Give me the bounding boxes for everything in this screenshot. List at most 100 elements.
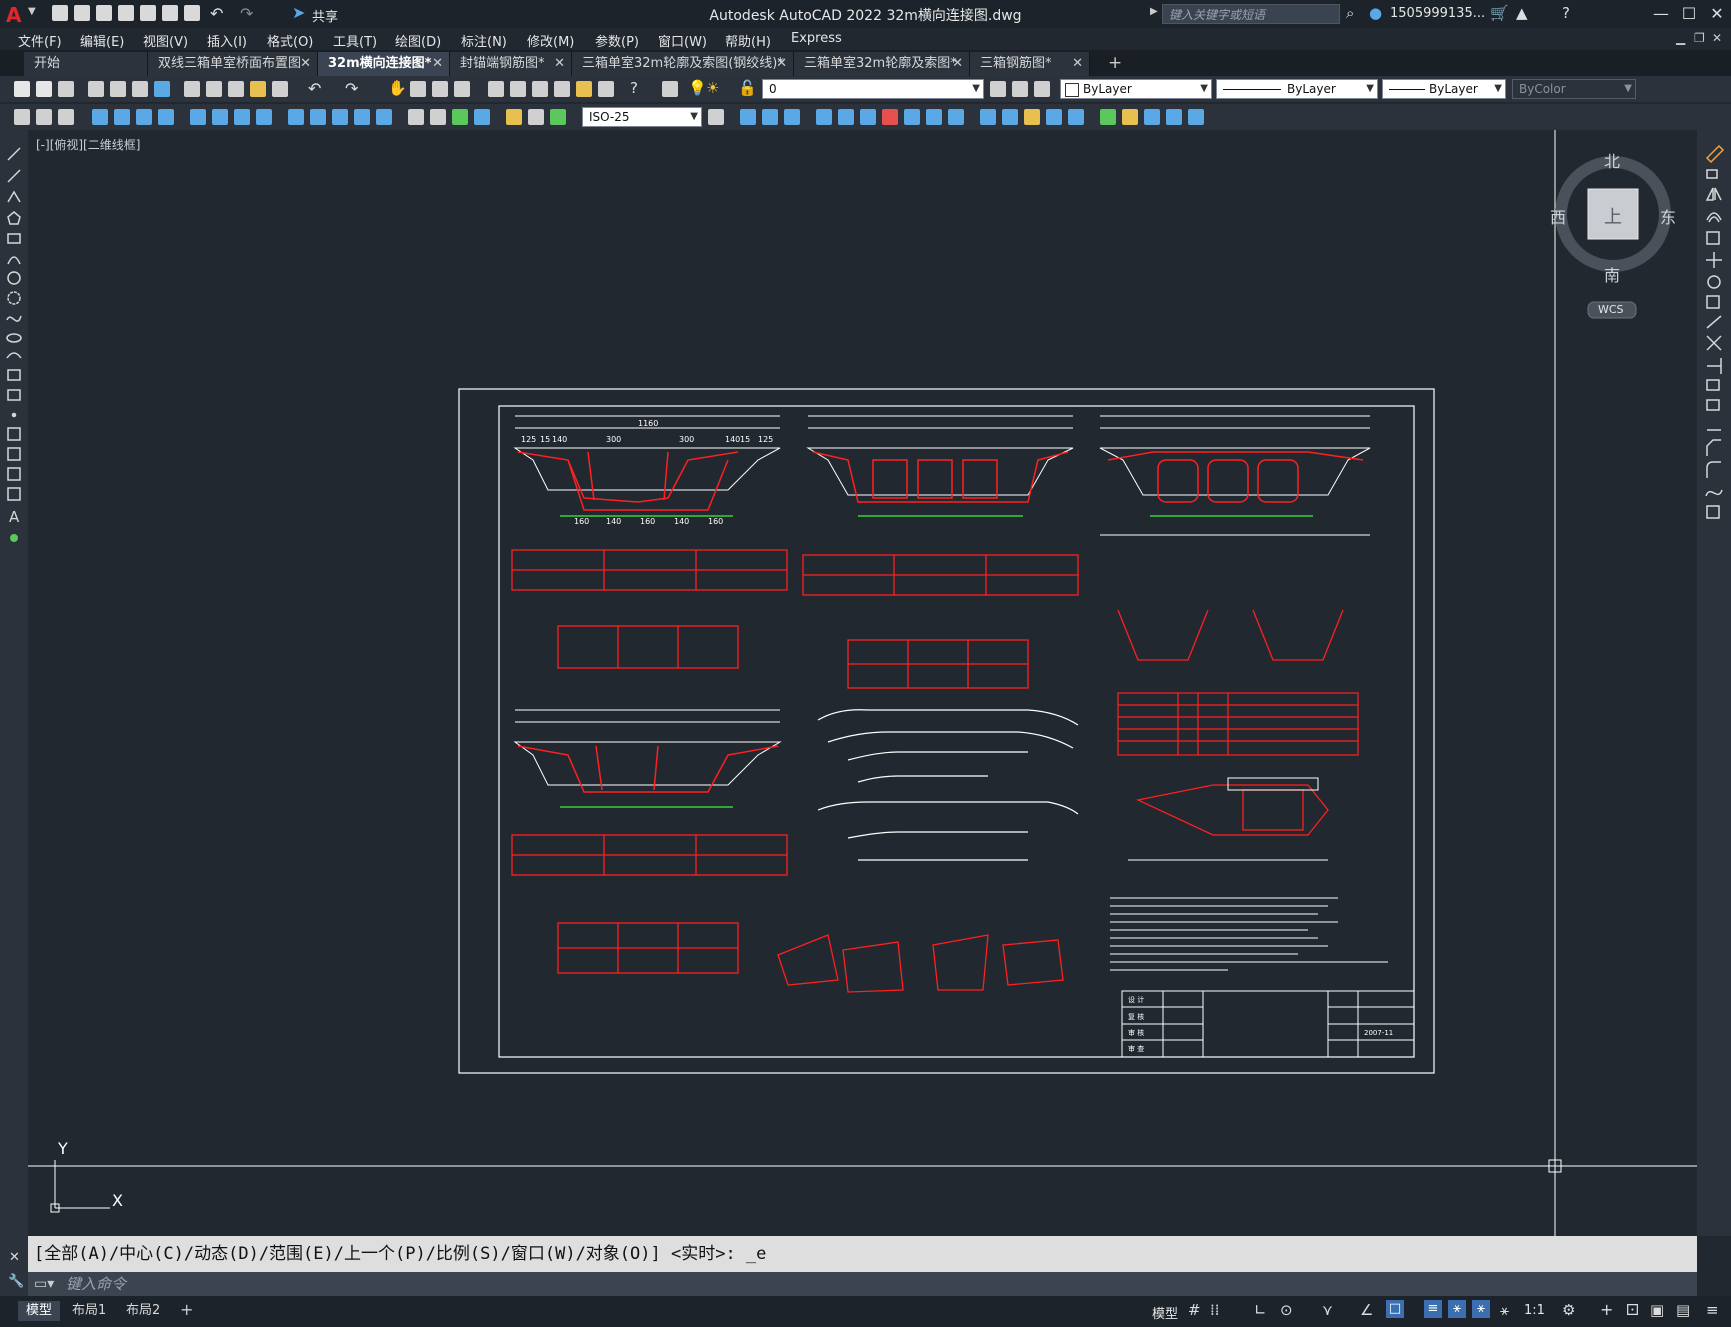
customize-wrench-icon[interactable]: 🔧 (8, 1274, 24, 1289)
pan-icon[interactable]: ✋ (388, 79, 407, 97)
continue-dim-icon[interactable] (332, 109, 348, 125)
linetype-select[interactable]: ByLayer ▼ (1216, 79, 1378, 99)
tab-close-icon[interactable]: ✕ (776, 52, 787, 76)
viewcube[interactable]: 北 南 东 西 上 WCS (1550, 148, 1676, 328)
aligned-dim-icon[interactable] (114, 109, 130, 125)
tab-profile[interactable]: 三箱单室32m轮廓及索图* ✕ (794, 52, 970, 76)
menu-dimension[interactable]: 标注(N) (461, 31, 507, 50)
share-icon[interactable]: ➤ (292, 3, 305, 22)
tab-close-icon[interactable]: ✕ (952, 52, 963, 76)
hatch-icon[interactable] (58, 109, 74, 125)
customization-menu-icon[interactable]: ≡ (1706, 1301, 1719, 1319)
lineweight-select[interactable]: ByLayer ▼ (1382, 79, 1506, 99)
ucs-object-icon[interactable] (904, 109, 920, 125)
plotstyle-select[interactable]: ByColor ▼ (1512, 79, 1636, 99)
undo-icon[interactable]: ↶ (210, 4, 223, 23)
chevron-right-icon[interactable]: ▶ (1150, 6, 1158, 17)
open-icon[interactable] (36, 81, 52, 97)
doc-minimize-button[interactable]: ▁ (1676, 31, 1685, 45)
save-icon[interactable] (58, 81, 74, 97)
plot-icon[interactable] (184, 5, 200, 21)
model-space-toggle[interactable]: 模型 (1152, 1303, 1178, 1322)
annotation-visibility-icon[interactable]: ⚹ (1448, 1300, 1466, 1318)
cart-icon[interactable]: 🛒 (1490, 4, 1509, 22)
color-select[interactable]: ByLayer ▼ (1060, 79, 1212, 99)
tab-profile-strand[interactable]: 三箱单室32m轮廓及索图(钢绞线)* ✕ (572, 52, 794, 76)
redo-icon[interactable]: ↷ (345, 79, 358, 98)
save-icon[interactable] (96, 5, 112, 21)
viewport-icon[interactable] (1144, 109, 1160, 125)
3d-box-icon[interactable] (740, 109, 756, 125)
ucs-x-icon[interactable] (1024, 109, 1040, 125)
maximize-button[interactable]: ☐ (1678, 3, 1700, 25)
units-icon[interactable]: ⚀ (1626, 1301, 1639, 1319)
ucs-world-icon[interactable] (838, 109, 854, 125)
dim-update-icon[interactable] (550, 109, 566, 125)
cut-icon[interactable] (184, 81, 200, 97)
snap-icon[interactable]: ⁞⁞ (1210, 1301, 1220, 1319)
ucs-icon[interactable] (816, 109, 832, 125)
ucs-3point-icon[interactable] (1002, 109, 1018, 125)
3d-cylinder-icon[interactable] (762, 109, 778, 125)
tab-box-rebar[interactable]: 三箱钢筋图* ✕ (970, 52, 1090, 76)
layer-select[interactable]: 0 ▼ (762, 79, 984, 99)
linear-dim-icon[interactable] (92, 109, 108, 125)
ordinate-dim-icon[interactable] (158, 109, 174, 125)
share-label[interactable]: 共享 (312, 6, 338, 25)
3d-print-icon[interactable] (154, 81, 170, 97)
layer-properties-icon[interactable] (662, 81, 678, 97)
command-input[interactable]: ▭▾ 键入命令 (28, 1272, 1697, 1296)
3d-sphere-icon[interactable] (784, 109, 800, 125)
open-file-icon[interactable] (74, 5, 90, 21)
menu-view[interactable]: 视图(V) (143, 31, 188, 50)
block-editor-icon[interactable] (272, 81, 288, 97)
tab-start[interactable]: 开始 (24, 52, 148, 76)
zoom-realtime-icon[interactable] (410, 81, 426, 97)
viewcube-north[interactable]: 北 (1604, 148, 1620, 172)
jogged-linear-icon[interactable] (474, 109, 490, 125)
save-web-icon[interactable] (162, 5, 178, 21)
tab-close-icon[interactable]: ✕ (1072, 52, 1083, 76)
layout-tab-model[interactable]: 模型 (18, 1301, 61, 1321)
ucs-view-icon[interactable] (926, 109, 942, 125)
publish-icon[interactable] (132, 81, 148, 97)
ucs-face-icon[interactable] (882, 109, 898, 125)
copy-icon[interactable] (206, 81, 222, 97)
quick-properties-icon[interactable]: ▣ (1650, 1301, 1664, 1319)
undo-icon[interactable]: ↶ (308, 79, 321, 98)
dim-edit-icon[interactable] (506, 109, 522, 125)
minimize-button[interactable]: — (1650, 3, 1672, 25)
command-line-grip[interactable]: ✕ 🔧 (0, 1236, 28, 1296)
layer-state-icon[interactable] (1034, 81, 1050, 97)
named-views-icon[interactable] (1122, 109, 1138, 125)
menu-edit[interactable]: 编辑(E) (80, 31, 124, 50)
sheet-set-icon[interactable] (554, 81, 570, 97)
menu-draw[interactable]: 绘图(D) (395, 31, 441, 50)
close-button[interactable]: ✕ (1706, 3, 1728, 25)
layer-on-bulb-icon[interactable]: 💡 (688, 79, 707, 97)
layer-freeze-sun-icon[interactable]: ☀ (706, 79, 719, 97)
markup-icon[interactable] (576, 81, 592, 97)
matchprop-icon[interactable] (250, 81, 266, 97)
tab-anchor-rebar[interactable]: 封锚端钢筋图* ✕ (450, 52, 572, 76)
quick-dim-icon[interactable] (288, 109, 304, 125)
lineweight-toggle-icon[interactable]: ≡ (1424, 1300, 1442, 1318)
grid-icon[interactable]: # (1188, 1301, 1201, 1319)
drawing-canvas[interactable]: [-][俯视][二维线框] Y X 1160 125 15 140 300 30… (28, 130, 1697, 1236)
search-icon[interactable]: ⌕ (1346, 4, 1354, 22)
viewcube-face-label[interactable]: 上 (1604, 203, 1622, 229)
viewcube-south[interactable]: 南 (1604, 262, 1620, 286)
command-prompt-icon[interactable]: ▭▾ (34, 1272, 54, 1296)
dim-text-edit-icon[interactable] (528, 109, 544, 125)
tab-32m-connection[interactable]: 32m横向连接图* ✕ (318, 52, 450, 76)
annotation-scale-icon[interactable]: ⚹ (1500, 1301, 1509, 1319)
calculator-icon[interactable] (598, 81, 614, 97)
dim-space-icon[interactable] (354, 109, 370, 125)
annotation-monitor-plus-icon[interactable]: + (1600, 1300, 1613, 1319)
autodesk-app-icon[interactable]: ▲ (1516, 4, 1528, 22)
object-snap-tracking-icon[interactable]: ∠ (1360, 1301, 1373, 1319)
user-icon[interactable]: ● (1369, 4, 1382, 22)
help-icon[interactable]: ? (1562, 4, 1570, 22)
workspace-gear-icon[interactable]: ⚙ (1562, 1301, 1575, 1319)
menu-help[interactable]: 帮助(H) (725, 31, 771, 50)
